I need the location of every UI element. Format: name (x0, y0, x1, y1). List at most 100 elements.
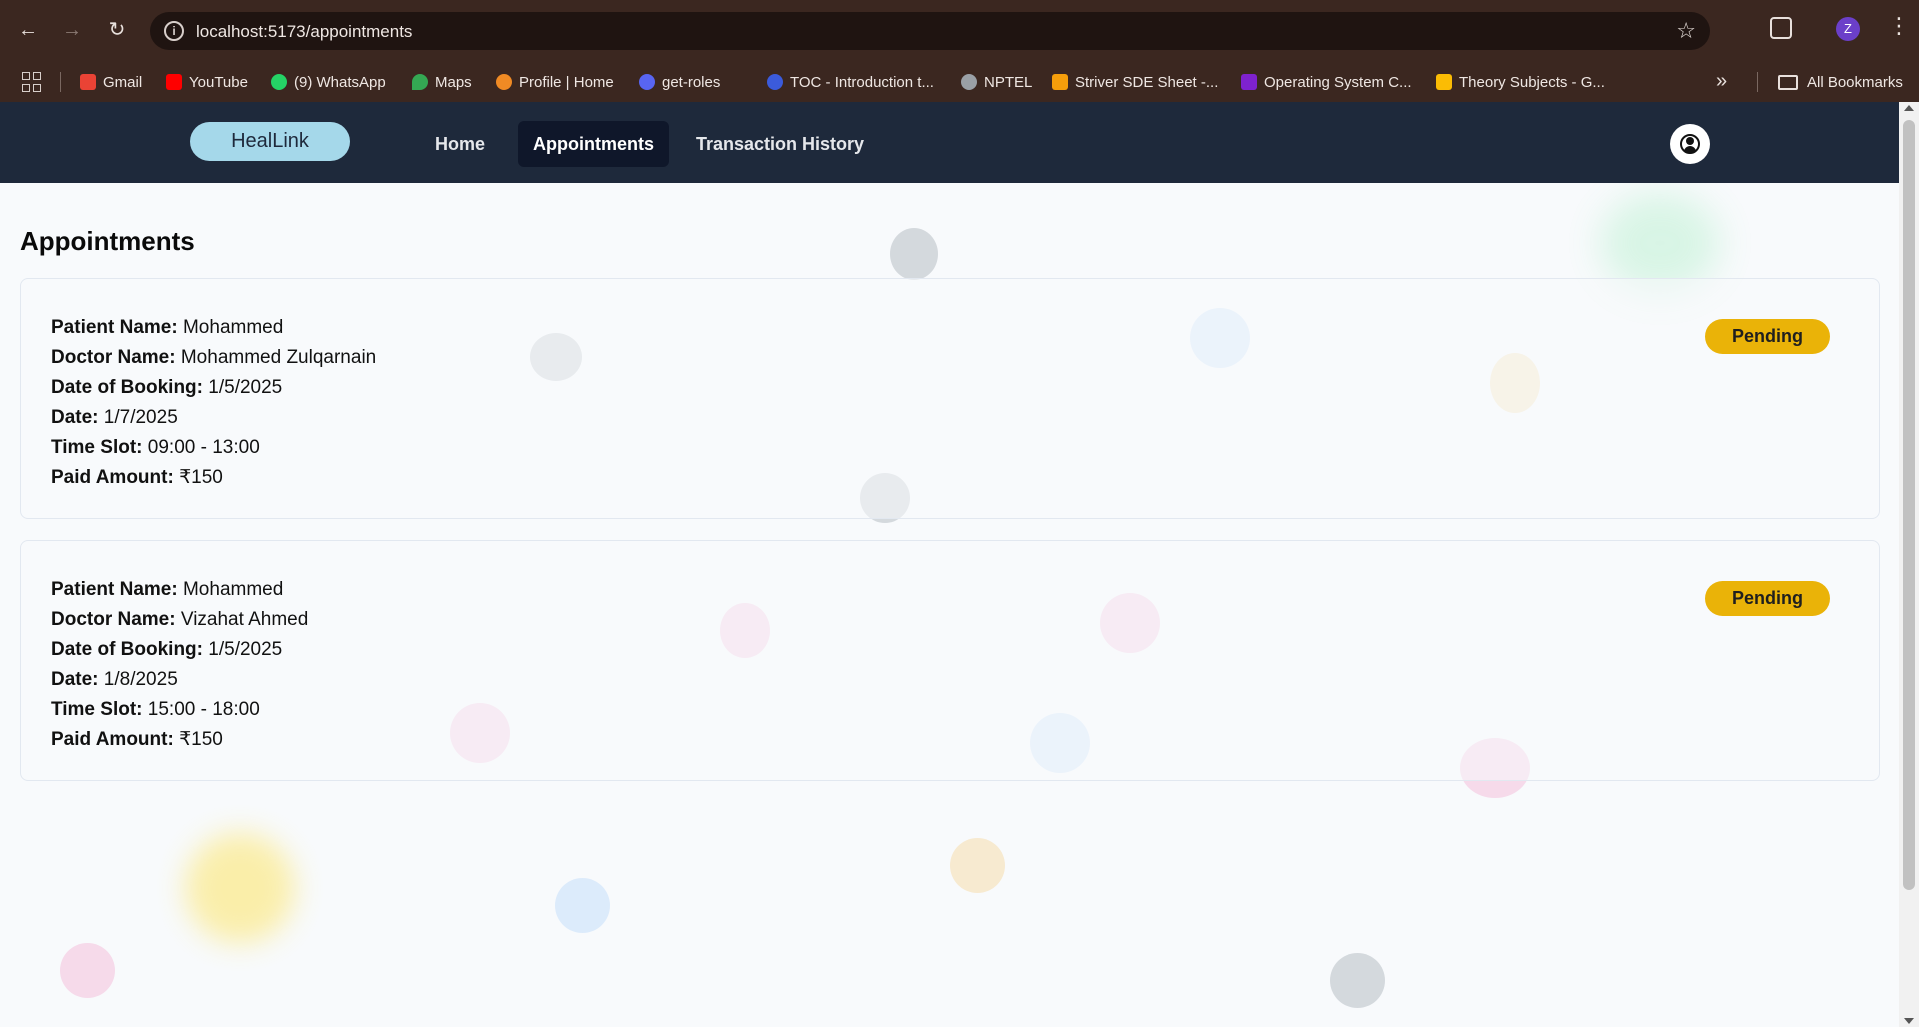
date-label: Date: (51, 669, 99, 690)
paid-amount-row: Paid Amount: ₹150 (51, 725, 308, 755)
background-decoration (890, 228, 938, 280)
nav-home[interactable]: Home (420, 121, 500, 167)
bookmark-striver[interactable]: Striver SDE Sheet -... (1052, 72, 1218, 92)
toc-site-icon (767, 74, 783, 90)
apps-grid-icon[interactable] (22, 72, 42, 92)
bookmark-theory-subjects[interactable]: Theory Subjects - G... (1436, 72, 1605, 92)
browser-toolbar: ← → ↻ i localhost:5173/appointments ☆ Z … (0, 0, 1919, 62)
doctor-name-label: Doctor Name: (51, 609, 176, 630)
appointment-card: Patient Name: Mohammed Doctor Name: Viza… (20, 540, 1880, 781)
bookmark-label: TOC - Introduction t... (790, 73, 934, 91)
globe-icon (961, 74, 977, 90)
appointment-card: Patient Name: Mohammed Doctor Name: Moha… (20, 278, 1880, 519)
time-slot-label: Time Slot: (51, 437, 143, 458)
profile-avatar[interactable]: Z (1836, 17, 1860, 41)
bookmark-label: Operating System C... (1264, 73, 1412, 91)
booking-date-label: Date of Booking: (51, 377, 203, 398)
status-badge: Pending (1705, 581, 1830, 616)
forward-icon[interactable]: → (58, 16, 86, 44)
patient-name-value: Mohammed (182, 317, 284, 338)
site-info-icon[interactable]: i (164, 21, 184, 41)
patient-name-row: Patient Name: Mohammed (51, 575, 308, 605)
address-url: localhost:5173/appointments (196, 22, 413, 41)
extensions-icon[interactable] (1770, 17, 1792, 39)
bookmark-label: Theory Subjects - G... (1459, 73, 1605, 91)
bookmark-label: Profile | Home (519, 73, 614, 91)
bookmark-gmail[interactable]: Gmail (80, 72, 142, 92)
booking-date-row: Date of Booking: 1/5/2025 (51, 635, 308, 665)
booking-date-value: 1/5/2025 (208, 639, 283, 660)
app-navbar: HealLink Home Appointments Transaction H… (0, 102, 1899, 183)
paid-amount-label: Paid Amount: (51, 467, 174, 488)
background-decoration (1330, 953, 1385, 1008)
os-site-icon (1241, 74, 1257, 90)
time-slot-row: Time Slot: 09:00 - 13:00 (51, 433, 376, 463)
time-slot-value: 09:00 - 13:00 (147, 437, 260, 458)
bookmarks-divider (60, 72, 61, 92)
back-icon[interactable]: ← (14, 16, 42, 44)
doctor-name-value: Vizahat Ahmed (180, 609, 309, 630)
bookmark-operating-system[interactable]: Operating System C... (1241, 72, 1412, 92)
patient-name-value: Mohammed (182, 579, 284, 600)
all-bookmarks[interactable]: All Bookmarks (1807, 72, 1903, 92)
bookmark-star-icon[interactable]: ☆ (1676, 18, 1696, 44)
nav-appointments[interactable]: Appointments (518, 121, 669, 167)
background-decoration (950, 838, 1005, 893)
date-value: 1/7/2025 (103, 407, 178, 428)
scroll-thumb[interactable] (1903, 120, 1915, 890)
browser-menu-icon[interactable]: ⋮ (1888, 14, 1910, 38)
booking-date-value: 1/5/2025 (208, 377, 283, 398)
paid-amount-row: Paid Amount: ₹150 (51, 463, 376, 493)
date-value: 1/8/2025 (103, 669, 178, 690)
user-account-icon[interactable] (1670, 124, 1710, 164)
bookmark-label: Gmail (103, 73, 143, 91)
time-slot-label: Time Slot: (51, 699, 143, 720)
gmail-icon (80, 74, 96, 90)
bookmark-nptel[interactable]: NPTEL (961, 72, 1032, 92)
bookmark-maps[interactable]: Maps (412, 72, 472, 92)
nav-transaction-history[interactable]: Transaction History (681, 121, 879, 167)
whatsapp-icon (271, 74, 287, 90)
app-logo[interactable]: HealLink (190, 122, 350, 161)
profile-site-icon (496, 74, 512, 90)
bookmark-label: Maps (435, 73, 472, 91)
doctor-name-label: Doctor Name: (51, 347, 176, 368)
bookmark-youtube[interactable]: YouTube (166, 72, 248, 92)
background-decoration (555, 878, 610, 933)
address-bar[interactable]: i localhost:5173/appointments ☆ (150, 12, 1710, 50)
bookmark-label: (9) WhatsApp (294, 73, 386, 91)
bookmark-label: YouTube (189, 73, 248, 91)
background-decoration (185, 833, 295, 943)
date-label: Date: (51, 407, 99, 428)
background-decoration (60, 943, 115, 998)
page-scrollbar[interactable] (1899, 102, 1919, 1027)
paid-amount-value: ₹150 (179, 729, 223, 750)
google-drive-icon (1436, 74, 1452, 90)
page-title: Appointments (20, 226, 195, 256)
bookmark-toc[interactable]: TOC - Introduction t... (767, 72, 934, 92)
time-slot-row: Time Slot: 15:00 - 18:00 (51, 695, 308, 725)
scroll-up-arrow-icon[interactable] (1904, 105, 1914, 111)
paid-amount-value: ₹150 (179, 467, 223, 488)
striver-site-icon (1052, 74, 1068, 90)
bookmarks-bar: Gmail YouTube (9) WhatsApp Maps Profile … (0, 62, 1919, 102)
scroll-down-arrow-icon[interactable] (1904, 1018, 1914, 1024)
reload-icon[interactable]: ↻ (103, 16, 131, 44)
bookmark-get-roles[interactable]: get-roles (639, 72, 720, 92)
patient-name-label: Patient Name: (51, 579, 178, 600)
time-slot-value: 15:00 - 18:00 (147, 699, 260, 720)
bookmarks-divider (1757, 72, 1758, 92)
discord-icon (639, 74, 655, 90)
bookmark-whatsapp[interactable]: (9) WhatsApp (271, 72, 386, 92)
bookmark-profile-home[interactable]: Profile | Home (496, 72, 614, 92)
status-badge: Pending (1705, 319, 1830, 354)
patient-name-label: Patient Name: (51, 317, 178, 338)
paid-amount-label: Paid Amount: (51, 729, 174, 750)
booking-date-row: Date of Booking: 1/5/2025 (51, 373, 376, 403)
date-row: Date: 1/8/2025 (51, 665, 308, 695)
booking-date-label: Date of Booking: (51, 639, 203, 660)
doctor-name-value: Mohammed Zulqarnain (180, 347, 377, 368)
more-bookmarks-icon[interactable]: » (1716, 70, 1727, 93)
bookmark-label: Striver SDE Sheet -... (1075, 73, 1219, 91)
doctor-name-row: Doctor Name: Mohammed Zulqarnain (51, 343, 376, 373)
